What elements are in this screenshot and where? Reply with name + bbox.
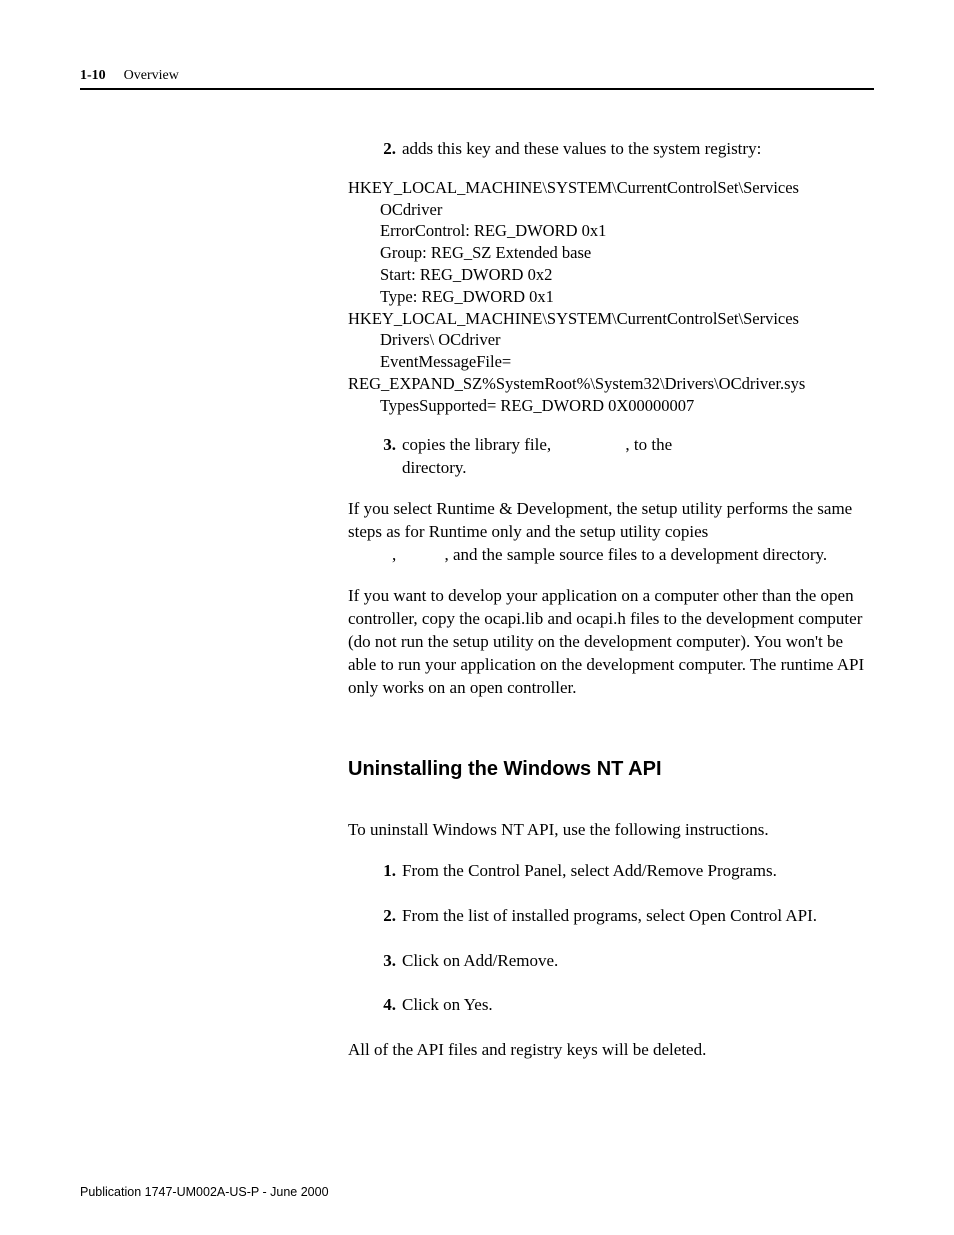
reg-line: Start: REG_DWORD 0x2 xyxy=(348,264,874,286)
list-text: adds this key and these values to the sy… xyxy=(402,138,761,161)
intro-paragraph: To uninstall Windows NT API, use the fol… xyxy=(348,819,874,842)
reg-line: REG_EXPAND_SZ%SystemRoot%\System32\Drive… xyxy=(348,373,874,395)
list-number: 3. xyxy=(372,434,396,457)
reg-line: Drivers\ OCdriver xyxy=(348,329,874,351)
registry-block: HKEY_LOCAL_MACHINE\SYSTEM\CurrentControl… xyxy=(348,177,874,416)
page-header: 1-10 Overview xyxy=(80,68,874,90)
step-item: 1. From the Control Panel, select Add/Re… xyxy=(372,860,874,883)
reg-line: HKEY_LOCAL_MACHINE\SYSTEM\CurrentControl… xyxy=(348,308,874,330)
step-text: From the list of installed programs, sel… xyxy=(402,905,817,928)
publication-footer: Publication 1747-UM002A-US-P - June 2000 xyxy=(80,1185,329,1199)
reg-line: Group: REG_SZ Extended base xyxy=(348,242,874,264)
heading-uninstall: Uninstalling the Windows NT API xyxy=(348,756,874,783)
reg-line: ErrorControl: REG_DWORD 0x1 xyxy=(348,220,874,242)
paragraph: If you select Runtime & Development, the… xyxy=(348,498,874,567)
list-text-line1: copies the library file, , to the xyxy=(402,434,672,457)
paragraph: If you want to develop your application … xyxy=(348,585,874,700)
list-item-3: 3. copies the library file, , to the dir… xyxy=(372,434,874,480)
page-number: 1-10 xyxy=(80,68,106,84)
text-fragment: , and the sample source files to a devel… xyxy=(445,545,828,564)
list-text-line2: directory. xyxy=(402,457,874,480)
list-number: 2. xyxy=(372,138,396,161)
body-content: 2. adds this key and these values to the… xyxy=(348,138,874,1062)
text-fragment: If you select Runtime & Development, the… xyxy=(348,499,852,541)
step-item: 4. Click on Yes. xyxy=(372,994,874,1017)
step-number: 4. xyxy=(372,994,396,1017)
steps-list: 1. From the Control Panel, select Add/Re… xyxy=(372,860,874,1018)
step-number: 2. xyxy=(372,905,396,928)
closing-paragraph: All of the API files and registry keys w… xyxy=(348,1039,874,1062)
section-title: Overview xyxy=(124,68,179,84)
reg-line: HKEY_LOCAL_MACHINE\SYSTEM\CurrentControl… xyxy=(348,177,874,199)
step-text: Click on Yes. xyxy=(402,994,493,1017)
step-number: 1. xyxy=(372,860,396,883)
step-item: 3. Click on Add/Remove. xyxy=(372,950,874,973)
reg-line: OCdriver xyxy=(348,199,874,221)
reg-line: Type: REG_DWORD 0x1 xyxy=(348,286,874,308)
step-number: 3. xyxy=(372,950,396,973)
text-fragment: copies the library file, xyxy=(402,435,555,454)
step-text: Click on Add/Remove. xyxy=(402,950,558,973)
step-text: From the Control Panel, select Add/Remov… xyxy=(402,860,777,883)
text-fragment: , xyxy=(392,545,401,564)
list-item-2: 2. adds this key and these values to the… xyxy=(372,138,874,161)
reg-line: EventMessageFile= xyxy=(348,351,874,373)
step-item: 2. From the list of installed programs, … xyxy=(372,905,874,928)
text-fragment: , to the xyxy=(625,435,672,454)
reg-line: TypesSupported= REG_DWORD 0X00000007 xyxy=(348,395,874,417)
